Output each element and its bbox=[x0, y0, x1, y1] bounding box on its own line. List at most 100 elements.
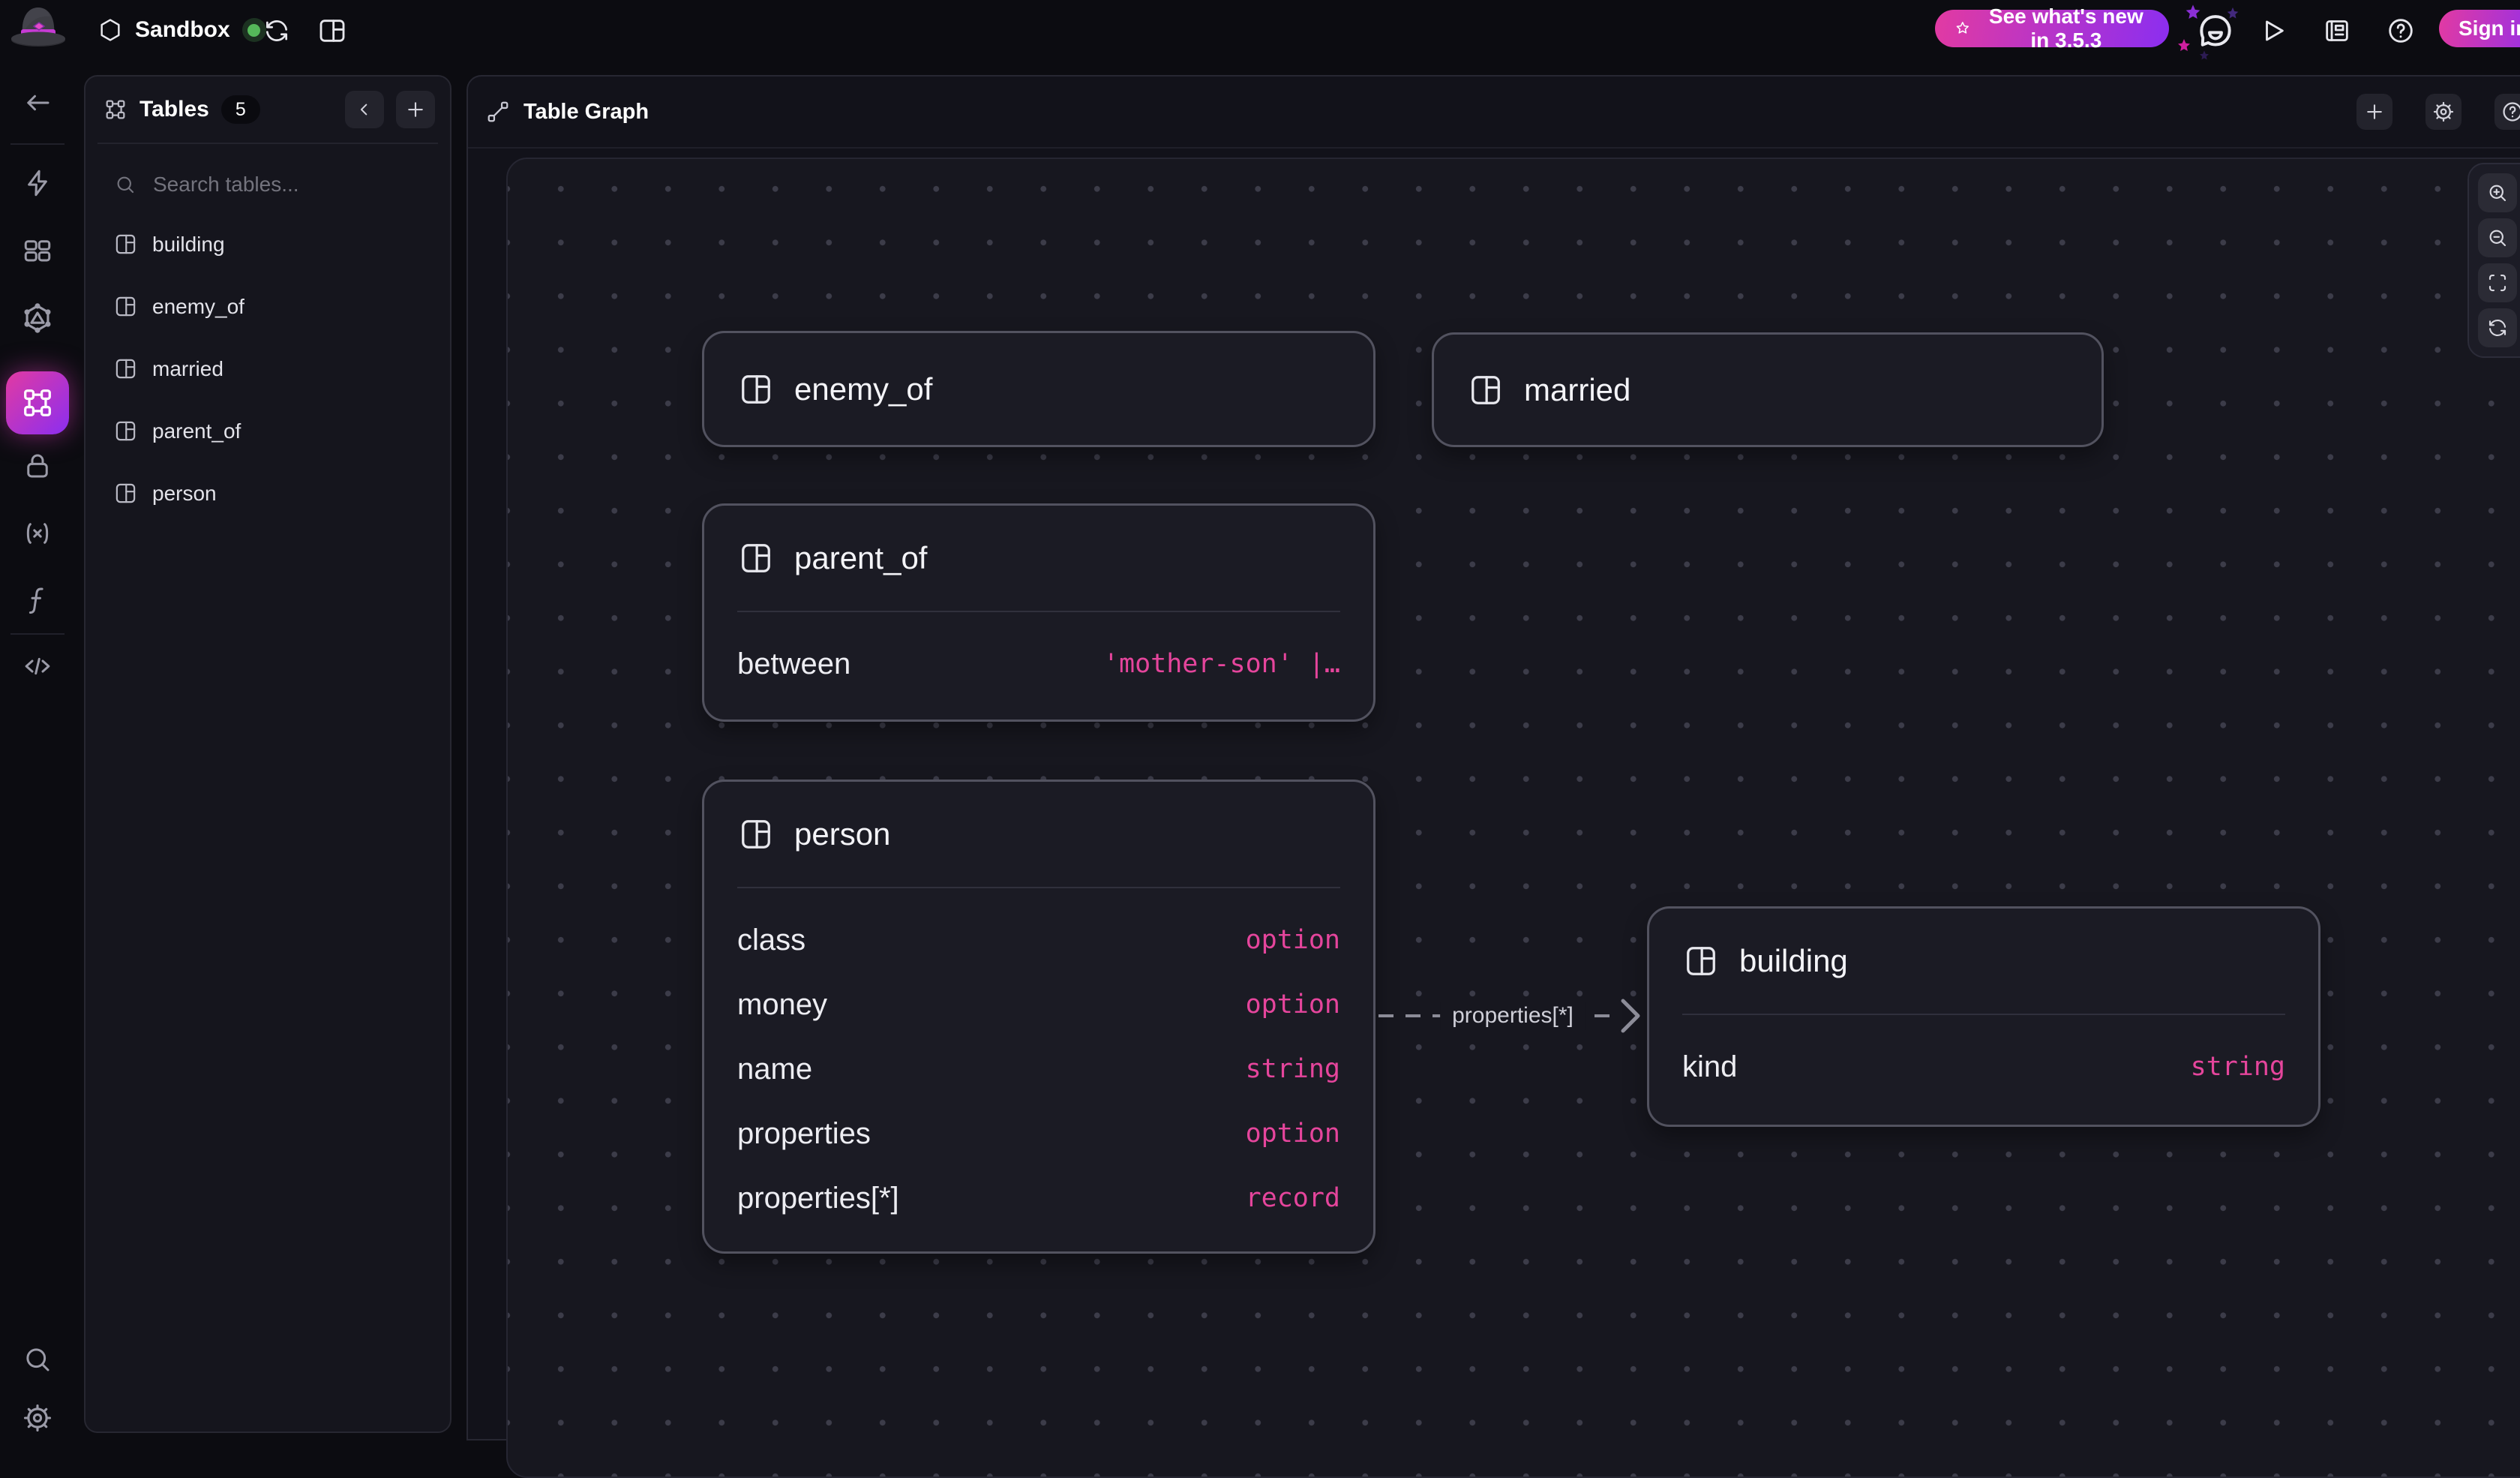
help-icon bbox=[2386, 16, 2416, 46]
sidekick-button[interactable] bbox=[2175, 2, 2253, 63]
back-button[interactable] bbox=[21, 86, 54, 119]
bowler-hat-icon bbox=[9, 5, 68, 53]
table-list-item-enemy-of[interactable]: enemy_of bbox=[86, 275, 450, 338]
help-icon bbox=[2500, 100, 2520, 124]
graph-canvas[interactable]: enemy_of married parent_of bbox=[506, 158, 2520, 1478]
code-icon bbox=[22, 650, 53, 682]
toggle-panels-button[interactable] bbox=[315, 14, 350, 48]
new-table-button[interactable] bbox=[396, 91, 435, 128]
rail-item-authentication[interactable] bbox=[21, 449, 54, 482]
environment-selector[interactable]: Sandbox bbox=[98, 0, 266, 60]
table-list: building enemy_of married parent_of pers… bbox=[86, 213, 450, 524]
table-node-person[interactable]: person class option money option name st… bbox=[702, 780, 1376, 1254]
table-node-married[interactable]: married bbox=[1432, 332, 2104, 447]
graph-settings-button[interactable] bbox=[2426, 94, 2462, 130]
collapse-panel-button[interactable] bbox=[345, 91, 384, 128]
fit-view-icon bbox=[2486, 272, 2509, 294]
table-icon bbox=[737, 541, 775, 575]
field-type: 'mother-son' |… bbox=[1103, 649, 1340, 679]
sign-in-button[interactable]: Sign in bbox=[2439, 10, 2520, 47]
table-list-item-parent-of[interactable]: parent_of bbox=[86, 400, 450, 462]
help-button[interactable] bbox=[2384, 14, 2418, 48]
table-name: enemy_of bbox=[152, 295, 244, 319]
page-title: Table Graph bbox=[524, 100, 649, 125]
table-name: building bbox=[152, 233, 225, 257]
designer-graph-icon bbox=[20, 386, 55, 420]
search-icon bbox=[22, 1344, 53, 1375]
newspaper-icon bbox=[2322, 16, 2352, 46]
star-icon bbox=[1954, 17, 1971, 40]
graph-help-button[interactable] bbox=[2494, 94, 2520, 130]
tables-panel-header: Tables 5 bbox=[86, 77, 450, 143]
zoom-in-button[interactable] bbox=[2478, 173, 2517, 212]
tables-panel-title: Tables bbox=[140, 97, 209, 122]
reset-layout-button[interactable] bbox=[2478, 308, 2517, 347]
rail-item-parameters[interactable] bbox=[21, 517, 54, 550]
table-node-parent-of[interactable]: parent_of between 'mother-son' |… bbox=[702, 503, 1376, 722]
field-name: between bbox=[737, 647, 850, 681]
gear-icon bbox=[2432, 100, 2456, 124]
rail-item-explorer[interactable] bbox=[21, 234, 54, 267]
hexagon-graph-icon bbox=[21, 302, 54, 335]
topbar: Sandbox See what's new in 3.5.3 bbox=[0, 0, 2520, 75]
table-icon bbox=[114, 357, 137, 380]
plus-icon bbox=[404, 98, 427, 121]
table-graph-panel: Table Graph enemy_of bbox=[466, 75, 2520, 1440]
table-icon bbox=[114, 419, 137, 443]
rail-item-designer-active[interactable] bbox=[6, 371, 69, 434]
table-node-building[interactable]: building kind string bbox=[1647, 906, 2320, 1127]
field-name: kind bbox=[1682, 1050, 1737, 1084]
rail-item-api-docs[interactable] bbox=[21, 650, 54, 683]
function-f-icon bbox=[22, 584, 53, 615]
parentheses-x-icon bbox=[22, 518, 53, 549]
rail-divider bbox=[10, 633, 64, 635]
node-title: building bbox=[1739, 943, 1848, 979]
canvas-controls bbox=[2468, 163, 2520, 358]
gear-icon bbox=[21, 1401, 54, 1434]
table-node-enemy-of[interactable]: enemy_of bbox=[702, 331, 1376, 447]
field-name: properties bbox=[737, 1117, 871, 1151]
refresh-button[interactable] bbox=[260, 14, 294, 48]
tables-count-badge: 5 bbox=[221, 95, 260, 124]
rail-item-settings[interactable] bbox=[21, 1401, 54, 1434]
table-name: person bbox=[152, 482, 217, 506]
new-table-button[interactable] bbox=[2356, 94, 2392, 130]
rail-item-graphql[interactable] bbox=[21, 302, 54, 335]
table-graph-header: Table Graph bbox=[468, 77, 2520, 149]
field-type: string bbox=[2191, 1052, 2285, 1082]
node-title: parent_of bbox=[794, 540, 927, 576]
rail-item-query[interactable] bbox=[21, 167, 54, 200]
node-title: married bbox=[1524, 372, 1630, 408]
search-tables-input[interactable] bbox=[152, 172, 399, 197]
field-name: class bbox=[737, 924, 806, 957]
edge-person-building: properties[*] bbox=[1376, 984, 1650, 1047]
field-row-between: between 'mother-son' |… bbox=[737, 632, 1340, 696]
field-row-kind: kind string bbox=[1682, 1035, 2285, 1099]
fit-view-button[interactable] bbox=[2478, 263, 2517, 302]
zoom-out-button[interactable] bbox=[2478, 218, 2517, 257]
whats-new-button[interactable]: See what's new in 3.5.3 bbox=[1935, 10, 2169, 47]
play-icon bbox=[2258, 16, 2288, 46]
field-type: option bbox=[1246, 990, 1340, 1020]
table-list-item-person[interactable]: person bbox=[86, 462, 450, 524]
field-type: option bbox=[1246, 925, 1340, 955]
table-icon bbox=[1682, 944, 1720, 978]
play-button[interactable] bbox=[2255, 14, 2290, 48]
table-name: parent_of bbox=[152, 419, 241, 443]
status-dot-icon bbox=[248, 24, 260, 37]
chevron-left-icon bbox=[354, 99, 375, 120]
rail-item-search[interactable] bbox=[21, 1343, 54, 1376]
lightning-icon bbox=[22, 167, 53, 199]
news-button[interactable] bbox=[2320, 14, 2354, 48]
table-name: married bbox=[152, 357, 224, 381]
field-name: money bbox=[737, 988, 827, 1022]
field-row-properties-wildcard: properties[*] record bbox=[737, 1166, 1340, 1230]
node-title: person bbox=[794, 816, 890, 852]
table-list-item-married[interactable]: married bbox=[86, 338, 450, 400]
surrealist-logo[interactable] bbox=[9, 5, 68, 53]
table-list-item-building[interactable]: building bbox=[86, 213, 450, 275]
field-type: string bbox=[1246, 1054, 1340, 1084]
table-icon bbox=[1467, 373, 1504, 407]
plus-icon bbox=[2363, 101, 2386, 123]
rail-item-functions[interactable] bbox=[21, 583, 54, 616]
